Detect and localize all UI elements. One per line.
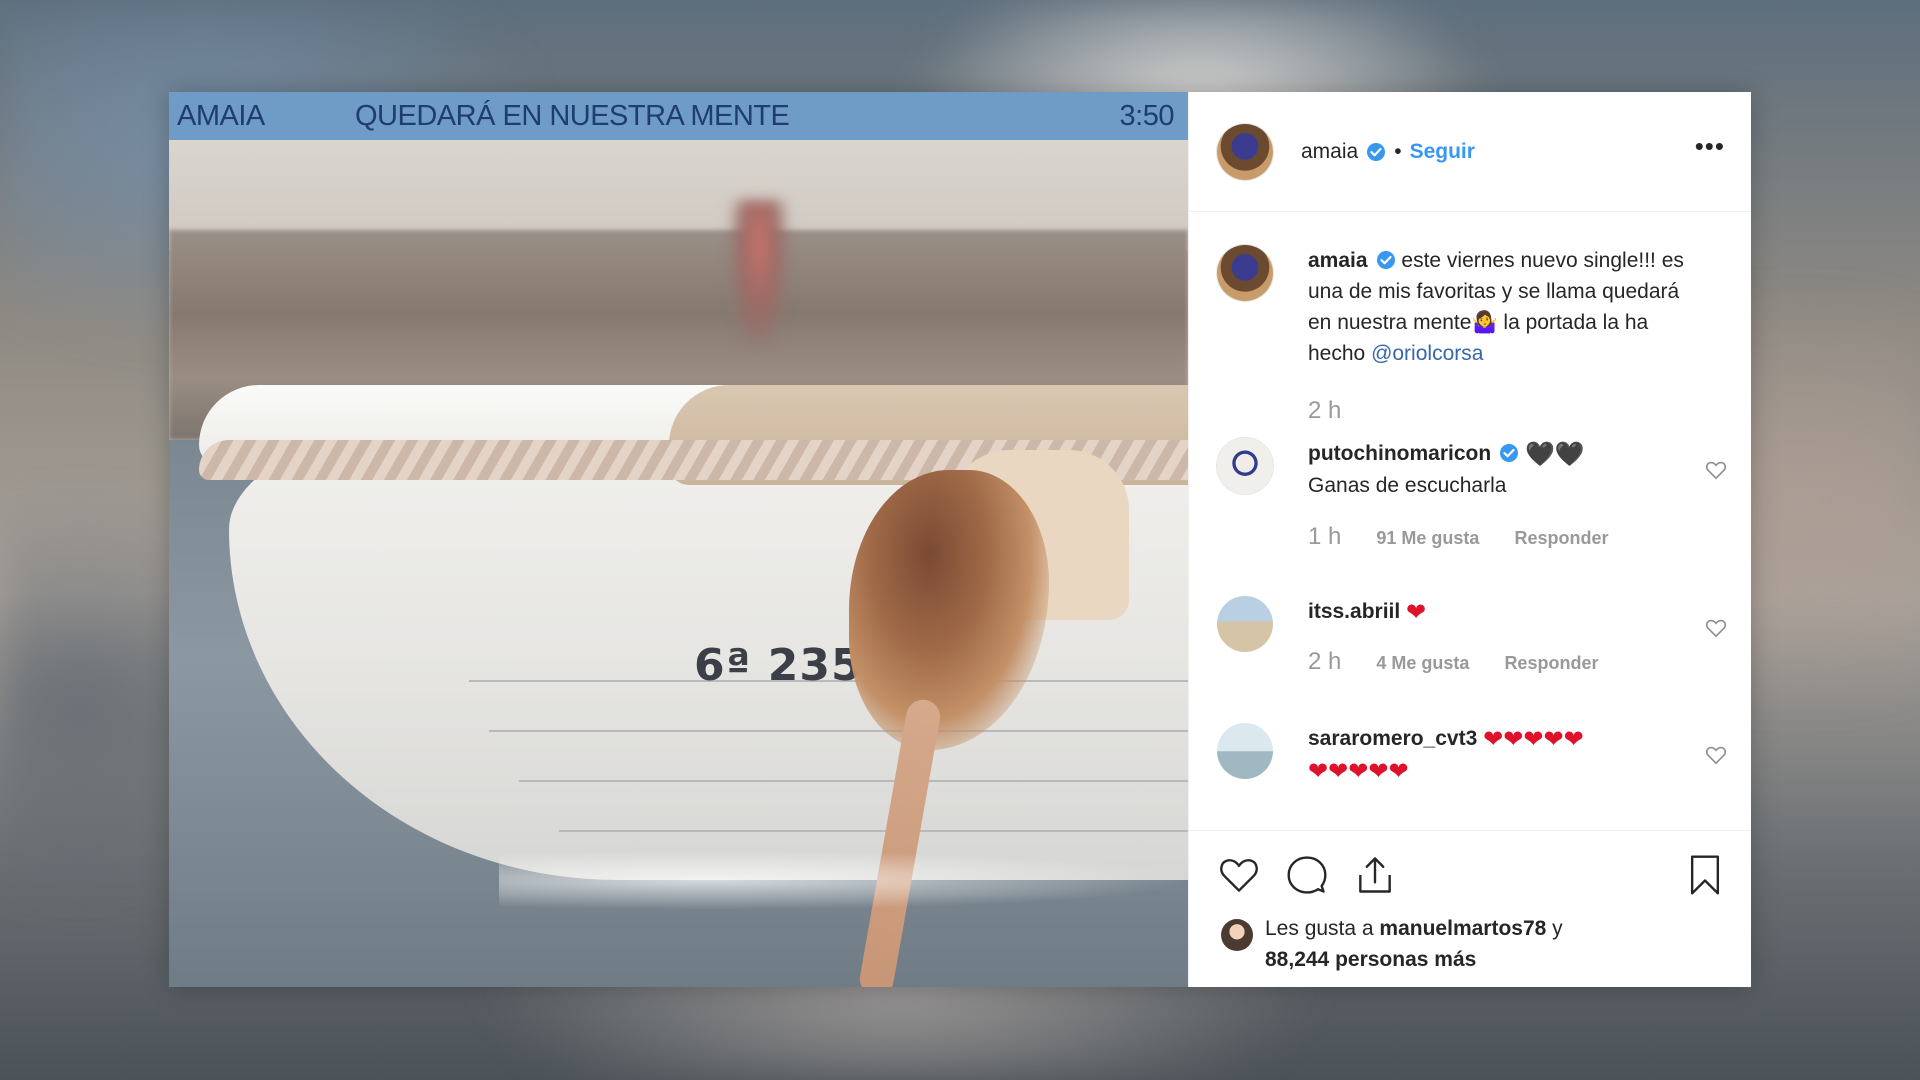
verified-badge-icon: [1500, 444, 1519, 462]
reply-button[interactable]: Responder: [1514, 528, 1608, 548]
post-image[interactable]: AMAIA QUEDARÁ EN NUESTRA MENTE 3:50 6ª 2…: [169, 92, 1188, 987]
photo-scene: 6ª 235-10-7: [169, 140, 1188, 987]
comment-like-heart-icon[interactable]: [1705, 618, 1727, 638]
comment-avatar[interactable]: [1217, 596, 1273, 652]
cover-title-bar: AMAIA QUEDARÁ EN NUESTRA MENTE 3:50: [169, 92, 1188, 140]
post-sidebar: amaia • Seguir ••• amaia este viernes nu…: [1188, 92, 1751, 987]
cover-duration: 3:50: [1119, 99, 1175, 132]
comment-meta: 1 h 91 Me gusta Responder: [1308, 521, 1708, 554]
comment-body: putochinomaricon 🖤🖤 Ganas de escucharla …: [1308, 438, 1708, 554]
caption-username[interactable]: amaia: [1308, 249, 1368, 272]
comment-body: itss.abriil ❤ 2 h 4 Me gusta Responder: [1308, 596, 1708, 679]
cover-song-title: QUEDARÁ EN NUESTRA MENTE: [355, 99, 790, 132]
author-avatar[interactable]: [1217, 123, 1273, 180]
liker-avatar[interactable]: [1221, 919, 1253, 951]
hull-plank: [559, 830, 1188, 832]
verified-badge-icon: [1376, 251, 1395, 269]
post-actions: Les gusta a manuelmartos78 y 88,244 pers…: [1189, 830, 1751, 987]
hull-plank: [489, 730, 1188, 732]
caption-avatar[interactable]: [1217, 245, 1273, 301]
cover-artist: AMAIA: [177, 99, 265, 132]
comment-likes[interactable]: 91 Me gusta: [1376, 528, 1479, 548]
comment-time[interactable]: 2 h: [1308, 648, 1341, 675]
comment-username[interactable]: itss.abriil: [1308, 600, 1400, 623]
comment-time[interactable]: 1 h: [1308, 523, 1341, 550]
reply-button[interactable]: Responder: [1504, 653, 1598, 673]
share-upload-icon[interactable]: [1353, 853, 1397, 897]
comment-like-heart-icon[interactable]: [1705, 745, 1727, 765]
bookmark-icon[interactable]: [1683, 853, 1727, 897]
red-heart-emoji-row: ❤❤❤❤❤: [1308, 758, 1409, 785]
header-separator: •: [1394, 139, 1402, 163]
red-heart-emoji: ❤❤❤❤❤: [1483, 726, 1584, 753]
hull-plank: [519, 780, 1188, 782]
post-header: amaia • Seguir •••: [1189, 92, 1751, 212]
comment-text: Ganas de escucharla: [1308, 474, 1507, 497]
likes-count[interactable]: 88,244 personas más: [1265, 948, 1476, 971]
comment-avatar[interactable]: [1217, 438, 1273, 494]
comment-meta: 2 h 4 Me gusta Responder: [1308, 646, 1708, 679]
comment-likes[interactable]: 4 Me gusta: [1376, 653, 1469, 673]
comment-bubble-icon[interactable]: [1285, 853, 1329, 897]
verified-badge-icon: [1367, 142, 1386, 161]
boat-wake: [499, 850, 1188, 910]
comment-body: sararomero_cvt3 ❤❤❤❤❤ ❤❤❤❤❤: [1308, 723, 1708, 787]
caption-time[interactable]: 2 h: [1308, 397, 1341, 424]
likes-prefix: Les gusta a: [1265, 917, 1380, 940]
likes-middle: y: [1546, 917, 1563, 940]
comment-avatar[interactable]: [1217, 723, 1273, 779]
caption-mention[interactable]: @oriolcorsa: [1371, 342, 1483, 365]
instagram-post: AMAIA QUEDARÁ EN NUESTRA MENTE 3:50 6ª 2…: [169, 92, 1751, 987]
shrug-emoji: 🤷‍♀️: [1471, 311, 1498, 334]
liker-username[interactable]: manuelmartos78: [1379, 917, 1546, 940]
heart-outline-icon[interactable]: [1217, 853, 1261, 897]
caption-meta: 2 h: [1308, 395, 1708, 428]
comments-list[interactable]: amaia este viernes nuevo single!!! es un…: [1189, 213, 1751, 830]
comment-username[interactable]: putochinomaricon: [1308, 442, 1491, 465]
likes-summary: Les gusta a manuelmartos78 y 88,244 pers…: [1221, 913, 1721, 975]
red-heart-emoji: ❤: [1406, 599, 1427, 626]
comment-username[interactable]: sararomero_cvt3: [1308, 727, 1477, 750]
follow-button[interactable]: Seguir: [1410, 140, 1475, 164]
comment-like-heart-icon[interactable]: [1705, 460, 1727, 480]
caption-body: amaia este viernes nuevo single!!! es un…: [1308, 245, 1708, 428]
author-username[interactable]: amaia: [1301, 140, 1358, 164]
photo-background-person: [729, 200, 789, 350]
black-heart-emoji: 🖤🖤: [1525, 441, 1585, 468]
more-options-icon[interactable]: •••: [1695, 133, 1725, 159]
